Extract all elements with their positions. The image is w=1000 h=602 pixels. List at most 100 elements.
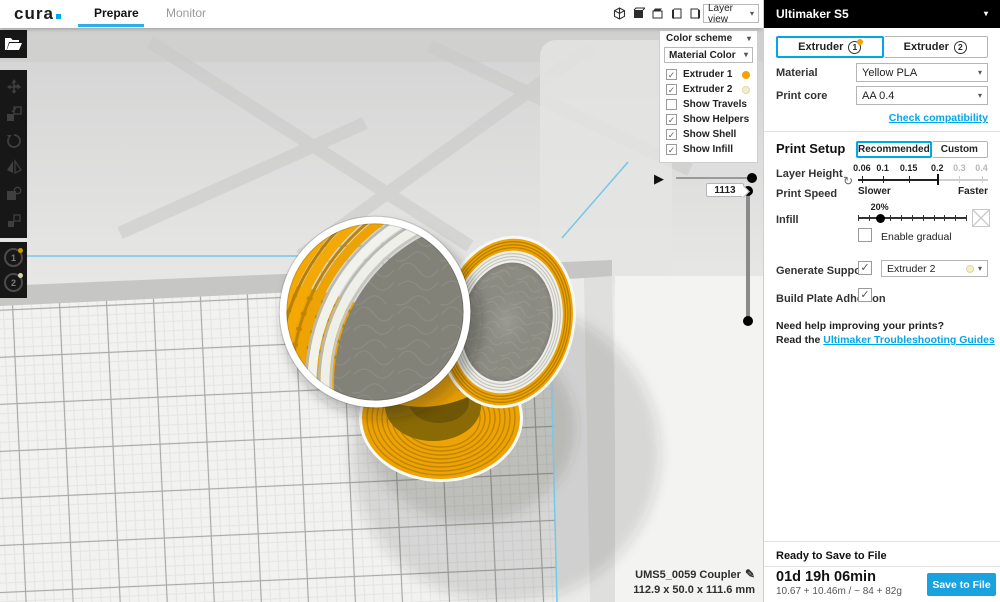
chevron-down-icon: ▾ — [978, 265, 982, 273]
color-scheme-value: Material Color — [669, 50, 736, 61]
per-model-settings-icon[interactable] — [6, 186, 22, 202]
material-value: Yellow PLA — [862, 67, 917, 79]
output-status: Ready to Save to File — [776, 550, 887, 562]
view-option-helpers[interactable]: Show Helpers — [660, 112, 757, 127]
extruder-1-tab[interactable]: Extruder 1 — [776, 36, 884, 58]
view-option-extruder1[interactable]: Extruder 1 — [660, 67, 757, 82]
layer-height-handle[interactable] — [937, 174, 939, 185]
show-helpers-checkbox[interactable] — [666, 114, 677, 125]
view-option-infill[interactable]: Show Infill — [660, 142, 757, 157]
mirror-tool-icon[interactable] — [6, 159, 22, 175]
view-option-shell[interactable]: Show Shell — [660, 127, 757, 142]
save-to-file-button[interactable]: Save to File — [927, 573, 996, 596]
viewport-3d[interactable]: 1 2 Color scheme ▾ Material Color ▾ Extr… — [0, 28, 763, 602]
open-file-button[interactable] — [0, 30, 27, 58]
active-tab-underline — [78, 24, 144, 27]
generate-support-checkbox[interactable] — [858, 261, 872, 275]
support-extruder-value: Extruder 2 — [887, 263, 935, 275]
material-select[interactable]: Yellow PLA ▾ — [856, 63, 988, 82]
chevron-down-icon: ▾ — [978, 92, 982, 100]
cura-logo: cura — [14, 4, 61, 24]
infill-pattern-icon — [972, 209, 990, 227]
extruder2-checkbox[interactable] — [666, 84, 677, 95]
open-folder-icon — [5, 37, 22, 51]
support-extruder-select[interactable]: Extruder 2 ▾ — [881, 260, 988, 277]
select-extruder-1-button[interactable]: 1 — [4, 248, 23, 267]
recommended-mode-tab[interactable]: Recommended — [856, 141, 932, 158]
header-bar: cura Prepare Monitor Layer view ▾ — [0, 0, 763, 28]
current-layer-tag: 1113 — [706, 183, 744, 197]
color-scheme-select[interactable]: Material Color ▾ — [664, 47, 753, 63]
extruder-2-number: 2 — [11, 278, 16, 288]
generate-support-label: Generate Support — [776, 265, 869, 277]
layer-height-label: Layer Height — [776, 168, 843, 180]
layer-height-slider[interactable]: 0.06 0.1 0.15 0.2 0.3 0.4 — [858, 163, 988, 185]
print-core-select[interactable]: AA 0.4 ▾ — [856, 86, 988, 105]
simulation-slider-handle[interactable] — [747, 173, 757, 183]
machine-name: Ultimaker S5 — [776, 7, 849, 21]
select-extruder-2-button[interactable]: 2 — [4, 273, 23, 292]
right-view-icon[interactable] — [688, 5, 703, 21]
support-blocker-icon[interactable] — [6, 213, 22, 229]
machine-selector[interactable]: Ultimaker S5 ▾ — [764, 0, 1000, 28]
extruder-1-circle: 1 — [848, 41, 861, 54]
material-usage-estimate: 10.67 + 10.46m / ~ 84 + 82g — [776, 586, 902, 597]
extruder-1-material-dot — [857, 39, 863, 45]
3d-view-icon[interactable] — [612, 5, 627, 21]
layer-slider[interactable] — [746, 190, 750, 322]
print-speed-label: Print Speed — [776, 188, 837, 200]
help-text: Need help improving your prints? Read th… — [776, 319, 995, 347]
enable-gradual-checkbox[interactable] — [858, 228, 872, 242]
collapse-chevron-icon[interactable]: ▾ — [747, 35, 751, 43]
chevron-down-icon: ▾ — [978, 69, 982, 77]
tab-prepare[interactable]: Prepare — [94, 6, 139, 20]
scale-tool-icon[interactable] — [6, 106, 22, 122]
model-info: UMS5_0059 Coupler✎ 112.9 x 50.0 x 111.6 … — [633, 567, 755, 596]
layer-slider-bottom-handle[interactable] — [743, 316, 753, 326]
extruder1-checkbox[interactable] — [666, 69, 677, 80]
speed-faster-label: Faster — [958, 186, 988, 197]
extruder-2-material-dot — [18, 273, 23, 278]
view-option-travels[interactable]: Show Travels — [660, 97, 757, 112]
extruder1-color-dot — [742, 71, 750, 79]
extruder-2-material-dot — [966, 265, 974, 273]
play-button[interactable]: ▶ — [654, 171, 664, 187]
custom-mode-tab[interactable]: Custom — [932, 141, 988, 158]
move-tool-icon[interactable] — [6, 79, 22, 95]
extruder-1-number: 1 — [11, 253, 16, 263]
chevron-down-icon: ▾ — [750, 10, 754, 18]
show-shell-checkbox[interactable] — [666, 129, 677, 140]
extruder-1-material-dot — [18, 248, 23, 253]
adhesion-checkbox[interactable] — [858, 288, 872, 302]
view-mode-select[interactable]: Layer view ▾ — [703, 4, 759, 23]
reset-icon[interactable]: ↺ — [843, 174, 853, 188]
view-option-extruder2[interactable]: Extruder 2 — [660, 82, 757, 97]
rotate-tool-icon[interactable] — [6, 133, 22, 149]
show-infill-checkbox[interactable] — [666, 144, 677, 155]
build-plate-scene — [0, 28, 763, 602]
tab-monitor[interactable]: Monitor — [166, 6, 206, 20]
top-view-icon[interactable] — [650, 5, 665, 21]
view-settings-panel: Color scheme ▾ Material Color ▾ Extruder… — [659, 30, 758, 163]
chevron-down-icon: ▾ — [984, 10, 988, 18]
print-setup-title: Print Setup — [776, 141, 845, 156]
front-view-icon[interactable] — [631, 5, 646, 21]
rename-pencil-icon[interactable]: ✎ — [745, 567, 755, 581]
infill-handle[interactable] — [876, 214, 885, 223]
chevron-down-icon: ▾ — [744, 51, 748, 59]
speed-slower-label: Slower — [858, 186, 891, 197]
print-time-estimate: 01d 19h 06min — [776, 569, 876, 585]
print-core-label: Print core — [776, 90, 827, 102]
extruder-2-tab[interactable]: Extruder 2 — [884, 36, 989, 58]
enable-gradual-label: Enable gradual — [881, 231, 952, 243]
show-travels-checkbox[interactable] — [666, 99, 677, 110]
settings-panel: Ultimaker S5 ▾ Extruder 1 Extruder 2 Mat… — [763, 0, 1000, 602]
extruder2-color-dot — [742, 86, 750, 94]
check-compatibility-link[interactable]: Check compatibility — [889, 112, 988, 124]
left-view-icon[interactable] — [669, 5, 684, 21]
infill-slider[interactable]: 20% — [858, 202, 966, 226]
simulation-slider[interactable] — [676, 177, 753, 179]
color-scheme-title: Color scheme — [666, 33, 732, 44]
troubleshooting-guides-link[interactable]: Ultimaker Troubleshooting Guides — [823, 334, 995, 346]
logo-dot — [56, 14, 61, 19]
